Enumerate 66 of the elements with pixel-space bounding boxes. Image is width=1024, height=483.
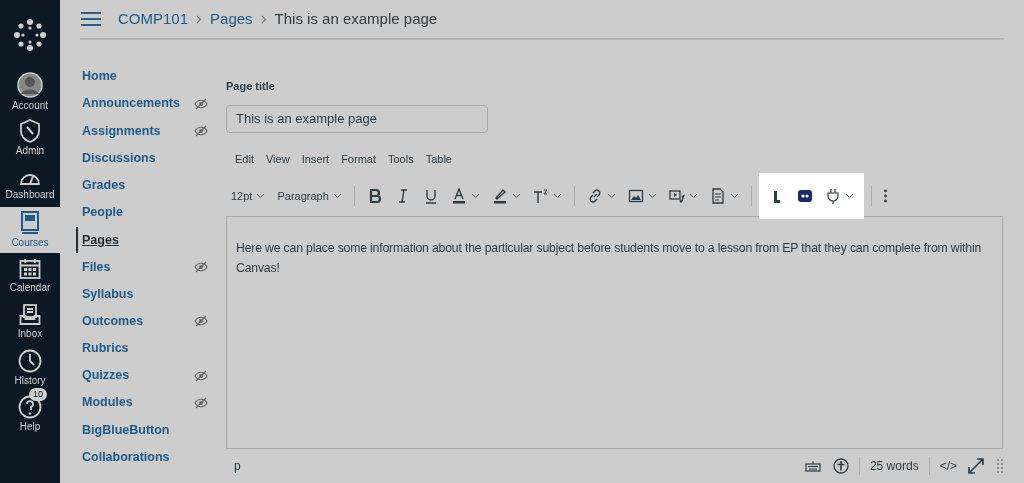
keyboard-icon[interactable]: [804, 460, 821, 472]
book-icon: [20, 211, 40, 235]
course-nav-link[interactable]: Quizzes: [78, 366, 130, 386]
more-icon: [883, 189, 887, 203]
chevron-icon: [196, 14, 203, 24]
notification-badge: 10: [29, 388, 47, 401]
field-label: Page title: [226, 79, 275, 94]
course-nav-link[interactable]: Assignments: [78, 121, 161, 141]
editor-area[interactable]: Here we can place some information about the particular subject before students move to a lesson from EP that they can complete from within Canvas!: [226, 216, 1003, 449]
dropdown-button[interactable]: Paragraph: [272, 182, 347, 210]
shield-icon: [19, 119, 41, 143]
html-editor-button[interactable]: </>: [939, 457, 957, 475]
course-nav-link[interactable]: Syllabus: [78, 284, 134, 304]
avatar-icon: [17, 72, 43, 98]
course-nav-link[interactable]: Files: [78, 257, 111, 277]
menu-item[interactable]: Edit: [235, 150, 254, 167]
nav-item[interactable]: Inbox: [0, 299, 60, 345]
word-count[interactable]: 25 words: [869, 457, 919, 475]
media-icon: [668, 188, 685, 204]
title-field[interactable]: This is an example page: [226, 104, 488, 133]
breadcrumb-link[interactable]: COMP101: [118, 7, 189, 31]
image-icon: [627, 188, 644, 204]
breadcrumb-current: This is an example page: [274, 8, 438, 29]
menu-item[interactable]: Format: [341, 150, 376, 167]
breadcrumb-link[interactable]: Pages: [210, 7, 253, 31]
resize-handle-icon[interactable]: [997, 459, 1003, 473]
course-nav-link[interactable]: Grades: [78, 175, 126, 195]
course-nav-link[interactable]: Pages: [76, 226, 119, 253]
document-icon: [709, 188, 726, 204]
menu-item[interactable]: Insert: [301, 150, 330, 167]
course-nav-link[interactable]: Modules: [78, 393, 133, 413]
course-nav-link[interactable]: Outcomes: [78, 311, 144, 331]
element-path: p: [234, 458, 241, 475]
course-nav-link[interactable]: Discussions: [78, 148, 156, 168]
nav-item[interactable]: Courses: [0, 207, 60, 253]
course-nav-link[interactable]: BigBlueButton: [78, 420, 170, 440]
menu-item[interactable]: Table: [425, 150, 452, 167]
nav-item[interactable]: Admin: [0, 115, 60, 161]
nav-item[interactable]: 10 Help: [0, 391, 60, 437]
app-icon: [796, 188, 813, 204]
inbox-icon: [19, 304, 41, 326]
course-nav-link[interactable]: Rubrics: [78, 339, 129, 358]
superscript-icon: [532, 188, 549, 204]
highlighter-icon: [491, 188, 508, 204]
clock-icon: [18, 349, 42, 373]
plug-icon: [824, 188, 841, 204]
chevron-icon: [260, 14, 267, 24]
dropdown-button[interactable]: 12pt: [226, 182, 271, 210]
course-nav-link[interactable]: People: [78, 203, 123, 222]
nav-item[interactable]: Calendar: [0, 253, 60, 299]
logo-icon[interactable]: [14, 18, 46, 51]
menu-icon[interactable]: [80, 11, 102, 27]
course-nav-link[interactable]: Collaborations: [78, 447, 170, 467]
nav-item[interactable]: History: [0, 345, 60, 391]
course-nav-link[interactable]: Announcements: [78, 94, 180, 114]
calendar-icon: [19, 258, 41, 280]
paragraph: Here we can place some information about the particular subject before students move to a lesson from EP that they can complete from within Canvas!: [236, 240, 983, 277]
accessibility-icon[interactable]: [832, 458, 849, 474]
menu-item[interactable]: Tools: [388, 150, 414, 167]
nav-item[interactable]: Dashboard: [0, 161, 60, 207]
course-nav-link[interactable]: Home: [78, 67, 117, 86]
fullscreen-icon[interactable]: [967, 457, 985, 475]
nav-item[interactable]: Account: [0, 69, 60, 115]
menu-item[interactable]: View: [265, 150, 290, 167]
help-icon: [18, 395, 42, 419]
text-color-icon: [450, 188, 467, 204]
